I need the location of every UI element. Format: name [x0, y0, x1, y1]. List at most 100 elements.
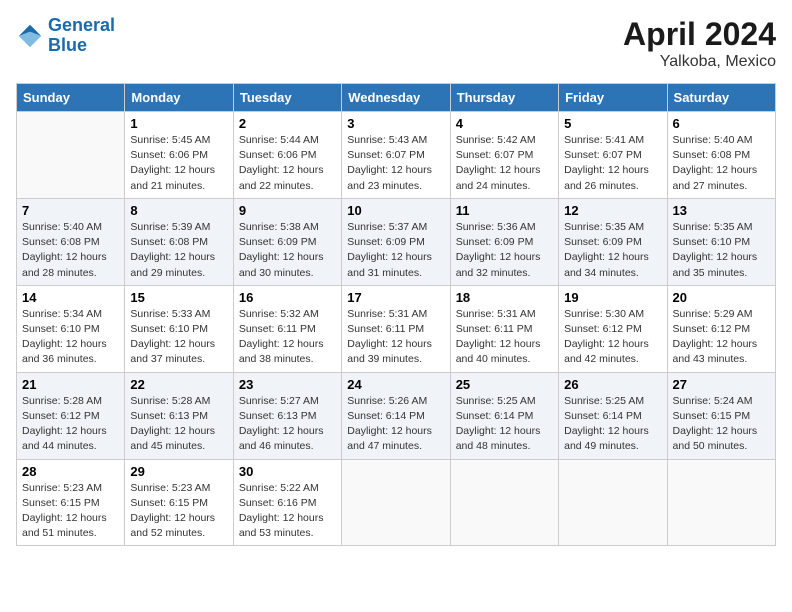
calendar-cell: 15 Sunrise: 5:33 AMSunset: 6:10 PMDayligh… — [125, 285, 233, 372]
day-number: 13 — [673, 203, 770, 218]
day-number: 7 — [22, 203, 119, 218]
day-header-friday: Friday — [559, 84, 667, 112]
day-info: Sunrise: 5:39 AMSunset: 6:08 PMDaylight:… — [130, 220, 227, 281]
day-number: 2 — [239, 116, 336, 131]
logo-blue: Blue — [48, 35, 87, 55]
day-info: Sunrise: 5:44 AMSunset: 6:06 PMDaylight:… — [239, 133, 336, 194]
calendar-header-row: SundayMondayTuesdayWednesdayThursdayFrid… — [17, 84, 776, 112]
day-number: 10 — [347, 203, 444, 218]
calendar-cell: 6Sunrise: 5:40 AMSunset: 6:08 PMDaylight… — [667, 112, 775, 199]
calendar-cell — [17, 112, 125, 199]
calendar-cell: 23 Sunrise: 5:27 AMSunset: 6:13 PMDayligh… — [233, 372, 341, 459]
day-number: 12 — [564, 203, 661, 218]
day-info: Sunrise: 5:31 AMSunset: 6:11 PMDaylight:… — [456, 307, 553, 368]
day-number: 5 — [564, 116, 661, 131]
day-info: Sunrise: 5:43 AMSunset: 6:07 PMDaylight:… — [347, 133, 444, 194]
calendar-cell: 13 Sunrise: 5:35 AMSunset: 6:10 PMDayligh… — [667, 198, 775, 285]
calendar-cell: 1 Sunrise: 5:45 AMSunset: 6:06 PMDaylight… — [125, 112, 233, 199]
calendar-week-5: 28 Sunrise: 5:23 AMSunset: 6:15 PMDayligh… — [17, 459, 776, 546]
day-info: Sunrise: 5:31 AMSunset: 6:11 PMDaylight:… — [347, 307, 444, 368]
day-number: 27 — [673, 377, 770, 392]
calendar-cell — [342, 459, 450, 546]
day-number: 3 — [347, 116, 444, 131]
calendar-cell: 9 Sunrise: 5:38 AMSunset: 6:09 PMDaylight… — [233, 198, 341, 285]
day-number: 15 — [130, 290, 227, 305]
day-number: 20 — [673, 290, 770, 305]
calendar-cell — [450, 459, 558, 546]
day-number: 14 — [22, 290, 119, 305]
day-number: 4 — [456, 116, 553, 131]
day-header-wednesday: Wednesday — [342, 84, 450, 112]
calendar-cell: 27 Sunrise: 5:24 AMSunset: 6:15 PMDayligh… — [667, 372, 775, 459]
day-header-thursday: Thursday — [450, 84, 558, 112]
day-header-saturday: Saturday — [667, 84, 775, 112]
calendar-table: SundayMondayTuesdayWednesdayThursdayFrid… — [16, 83, 776, 546]
day-number: 9 — [239, 203, 336, 218]
calendar-cell: 11 Sunrise: 5:36 AMSunset: 6:09 PMDayligh… — [450, 198, 558, 285]
calendar-week-3: 14 Sunrise: 5:34 AMSunset: 6:10 PMDayligh… — [17, 285, 776, 372]
calendar-cell: 17 Sunrise: 5:31 AMSunset: 6:11 PMDayligh… — [342, 285, 450, 372]
calendar-cell: 5 Sunrise: 5:41 AMSunset: 6:07 PMDaylight… — [559, 112, 667, 199]
calendar-cell: 21 Sunrise: 5:28 AMSunset: 6:12 PMDayligh… — [17, 372, 125, 459]
day-info: Sunrise: 5:30 AMSunset: 6:12 PMDaylight:… — [564, 307, 661, 368]
day-info: Sunrise: 5:38 AMSunset: 6:09 PMDaylight:… — [239, 220, 336, 281]
title-block: April 2024 Yalkoba, Mexico — [623, 16, 776, 71]
calendar-cell — [559, 459, 667, 546]
day-number: 17 — [347, 290, 444, 305]
day-info: Sunrise: 5:37 AMSunset: 6:09 PMDaylight:… — [347, 220, 444, 281]
day-info: Sunrise: 5:23 AMSunset: 6:15 PMDaylight:… — [22, 481, 119, 542]
day-number: 23 — [239, 377, 336, 392]
day-info: Sunrise: 5:28 AMSunset: 6:13 PMDaylight:… — [130, 394, 227, 455]
calendar-cell: 4 Sunrise: 5:42 AMSunset: 6:07 PMDaylight… — [450, 112, 558, 199]
calendar-cell: 3 Sunrise: 5:43 AMSunset: 6:07 PMDaylight… — [342, 112, 450, 199]
day-info: Sunrise: 5:33 AMSunset: 6:10 PMDaylight:… — [130, 307, 227, 368]
month-title: April 2024 — [623, 16, 776, 53]
calendar-cell: 19 Sunrise: 5:30 AMSunset: 6:12 PMDayligh… — [559, 285, 667, 372]
day-info: Sunrise: 5:25 AMSunset: 6:14 PMDaylight:… — [564, 394, 661, 455]
day-info: Sunrise: 5:40 AMSunset: 6:08 PMDaylight:… — [22, 220, 119, 281]
day-info: Sunrise: 5:35 AMSunset: 6:10 PMDaylight:… — [673, 220, 770, 281]
calendar-cell: 22 Sunrise: 5:28 AMSunset: 6:13 PMDayligh… — [125, 372, 233, 459]
day-info: Sunrise: 5:29 AMSunset: 6:12 PMDaylight:… — [673, 307, 770, 368]
day-info: Sunrise: 5:26 AMSunset: 6:14 PMDaylight:… — [347, 394, 444, 455]
day-number: 29 — [130, 464, 227, 479]
calendar-cell: 26Sunrise: 5:25 AMSunset: 6:14 PMDayligh… — [559, 372, 667, 459]
day-info: Sunrise: 5:36 AMSunset: 6:09 PMDaylight:… — [456, 220, 553, 281]
logo: General Blue — [16, 16, 115, 56]
day-header-sunday: Sunday — [17, 84, 125, 112]
calendar-cell: 16Sunrise: 5:32 AMSunset: 6:11 PMDayligh… — [233, 285, 341, 372]
day-number: 19 — [564, 290, 661, 305]
logo-icon — [16, 22, 44, 50]
day-number: 6 — [673, 116, 770, 131]
day-number: 18 — [456, 290, 553, 305]
day-info: Sunrise: 5:28 AMSunset: 6:12 PMDaylight:… — [22, 394, 119, 455]
day-number: 30 — [239, 464, 336, 479]
calendar-cell: 29Sunrise: 5:23 AMSunset: 6:15 PMDayligh… — [125, 459, 233, 546]
calendar-cell: 10 Sunrise: 5:37 AMSunset: 6:09 PMDayligh… — [342, 198, 450, 285]
calendar-cell: 20 Sunrise: 5:29 AMSunset: 6:12 PMDayligh… — [667, 285, 775, 372]
day-info: Sunrise: 5:42 AMSunset: 6:07 PMDaylight:… — [456, 133, 553, 194]
day-number: 22 — [130, 377, 227, 392]
day-info: Sunrise: 5:24 AMSunset: 6:15 PMDaylight:… — [673, 394, 770, 455]
day-number: 28 — [22, 464, 119, 479]
day-info: Sunrise: 5:32 AMSunset: 6:11 PMDaylight:… — [239, 307, 336, 368]
calendar-cell: 8Sunrise: 5:39 AMSunset: 6:08 PMDaylight… — [125, 198, 233, 285]
day-number: 1 — [130, 116, 227, 131]
day-info: Sunrise: 5:27 AMSunset: 6:13 PMDaylight:… — [239, 394, 336, 455]
calendar-cell — [667, 459, 775, 546]
day-info: Sunrise: 5:45 AMSunset: 6:06 PMDaylight:… — [130, 133, 227, 194]
day-info: Sunrise: 5:34 AMSunset: 6:10 PMDaylight:… — [22, 307, 119, 368]
calendar-cell: 28 Sunrise: 5:23 AMSunset: 6:15 PMDayligh… — [17, 459, 125, 546]
day-number: 25 — [456, 377, 553, 392]
day-header-monday: Monday — [125, 84, 233, 112]
day-number: 21 — [22, 377, 119, 392]
day-header-tuesday: Tuesday — [233, 84, 341, 112]
day-info: Sunrise: 5:41 AMSunset: 6:07 PMDaylight:… — [564, 133, 661, 194]
day-info: Sunrise: 5:35 AMSunset: 6:09 PMDaylight:… — [564, 220, 661, 281]
calendar-cell: 30 Sunrise: 5:22 AMSunset: 6:16 PMDayligh… — [233, 459, 341, 546]
day-info: Sunrise: 5:22 AMSunset: 6:16 PMDaylight:… — [239, 481, 336, 542]
calendar-cell: 18 Sunrise: 5:31 AMSunset: 6:11 PMDayligh… — [450, 285, 558, 372]
calendar-week-1: 1 Sunrise: 5:45 AMSunset: 6:06 PMDaylight… — [17, 112, 776, 199]
calendar-cell: 12 Sunrise: 5:35 AMSunset: 6:09 PMDayligh… — [559, 198, 667, 285]
day-number: 11 — [456, 203, 553, 218]
